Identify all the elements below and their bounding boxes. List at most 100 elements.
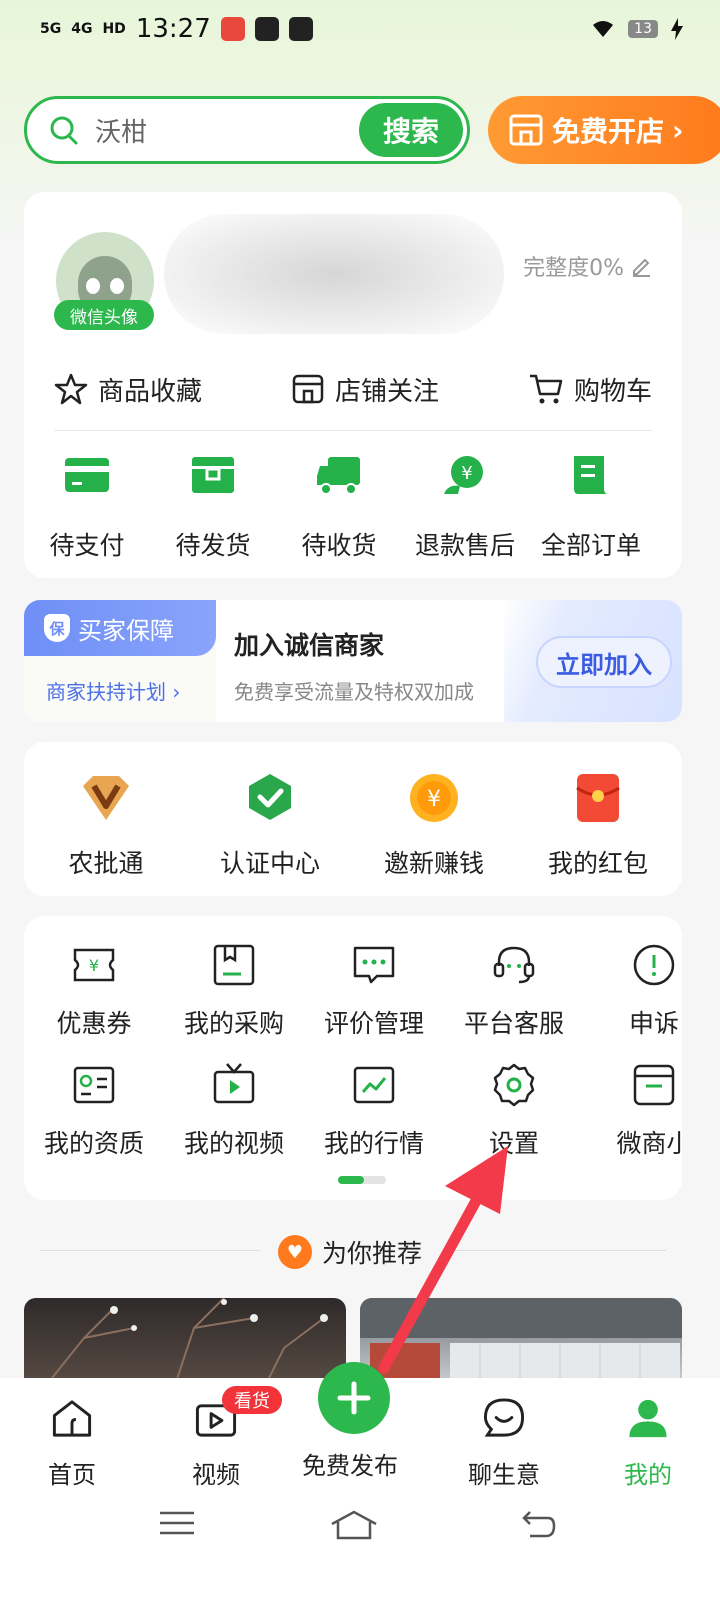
order-all[interactable]: 全部订单 [528,454,654,562]
tool-qualifications[interactable]: 我的资质 [24,1062,164,1160]
refund-icon: ¥ [444,456,483,494]
home-nav-icon[interactable] [330,1510,378,1540]
join-now-button[interactable]: 立即加入 [536,636,672,688]
plum-blossom-image [43,1298,328,1388]
divider [54,430,652,431]
completeness-label: 完整度0% [523,256,624,281]
tool-videos[interactable]: 我的视频 [164,1062,304,1160]
comment-icon [353,946,395,984]
publish-button[interactable] [318,1362,390,1434]
cart-label: 购物车 [573,376,652,407]
search-button[interactable]: 搜索 [359,103,463,157]
order-pending-payment[interactable]: 待支付 [24,454,150,562]
banner-description: 免费享受流量及特权双加成 [234,680,474,704]
open-shop-label: 免费开店 [552,115,665,148]
search-input[interactable]: 沃柑 [95,112,147,149]
order-refund[interactable]: ¥ 退款售后 [402,454,528,562]
order-status-row: 待支付 待发货 待收货 ¥ 退款售后 全部订单 [24,454,682,562]
tool-coupons-label: 优惠券 [56,1009,132,1038]
hd-indicator: HD [102,21,126,37]
divider [40,1250,260,1251]
tool-purchases-label: 我的采购 [183,1009,284,1038]
service-invite-earn-label: 邀新赚钱 [383,849,484,878]
trend-chart-icon [353,1066,395,1104]
banner-title: 加入诚信商家 [234,631,385,660]
tool-market-label: 我的行情 [323,1129,424,1158]
tab-mine[interactable]: 我的 [576,1396,720,1490]
svg-text:¥: ¥ [461,463,472,484]
star-icon [54,373,88,405]
plus-icon [337,1381,371,1415]
tool-wechat-shop-label: 微商小 [616,1129,682,1158]
tool-appeal-label: 申诉 [628,1009,679,1038]
tool-market[interactable]: 我的行情 [304,1062,444,1160]
tools-row-1: ¥ 优惠券 我的采购 评价管理 平台客服 申诉 [24,942,682,1040]
order-all-label: 全部订单 [540,531,641,560]
trusted-merchant-banner[interactable]: 保 买家保障 商家扶持计划 › 加入诚信商家 免费享受流量及特权双加成 立即加入 [24,600,682,722]
home-icon [52,1400,92,1437]
tool-settings[interactable]: 设置 [444,1062,584,1160]
tool-customer-service-label: 平台客服 [463,1009,564,1038]
tool-appeal[interactable]: 申诉 [584,942,682,1040]
merchant-support-link[interactable]: 商家扶持计划 › [46,676,180,705]
buyer-protection-label: 买家保障 [78,616,174,645]
tab-video[interactable]: 看货 视频 [144,1386,288,1490]
cart-icon [529,374,563,404]
search-bar[interactable]: 沃柑 搜索 [24,96,470,164]
page-indicator [338,1176,386,1184]
open-shop-button[interactable]: 免费开店 › [488,96,720,164]
order-pending-payment-label: 待支付 [49,531,125,560]
network-4g: 4G [71,21,93,37]
diamond-v-icon [83,776,129,820]
services-card: 农批通 认证中心 ¥ 邀新赚钱 我的红包 [24,742,682,896]
tool-reviews[interactable]: 评价管理 [304,942,444,1040]
order-list-icon [574,456,608,494]
search-icon [50,116,78,145]
merchant-support-label: 商家扶持计划 [46,680,166,704]
followed-shops-label: 店铺关注 [334,376,439,407]
recommend-header: ♥ 为你推荐 [278,1234,422,1270]
cart-link[interactable]: 购物车 [528,371,652,408]
storage-notification-icon [288,17,313,41]
alert-icon [633,944,675,986]
buyer-protection-tag: 保 买家保障 [24,600,216,656]
menu-icon[interactable] [160,1510,194,1536]
battery-level: 13 [628,20,658,38]
service-red-envelope[interactable]: 我的红包 [516,772,680,896]
tool-customer-service[interactable]: 平台客服 [444,942,584,1040]
tool-coupons[interactable]: ¥ 优惠券 [24,942,164,1040]
purchase-icon [213,944,255,986]
profile-completeness[interactable]: 完整度0% [523,250,652,282]
tool-wechat-shop[interactable]: 微商小 [584,1062,682,1160]
tab-chat[interactable]: 聊生意 [432,1396,576,1490]
service-invite-earn[interactable]: ¥ 邀新赚钱 [352,772,516,896]
favorites-link[interactable]: 商品收藏 [54,371,202,408]
tab-home-label: 首页 [48,1461,96,1489]
tab-publish-label: 免费发布 [302,1452,398,1480]
tab-chat-label: 聊生意 [468,1461,540,1489]
charging-icon [671,18,683,40]
recommend-item-photo[interactable] [360,1298,682,1388]
recommend-label: 为你推荐 [322,1239,423,1268]
red-envelope-icon [576,774,620,822]
tool-reviews-label: 评价管理 [323,1009,424,1038]
svg-text:¥: ¥ [89,956,99,975]
service-nongpitong[interactable]: 农批通 [24,772,188,896]
service-certification-label: 认证中心 [219,849,320,878]
order-pending-shipment[interactable]: 待发货 [150,454,276,562]
youku-notification-icon [254,17,279,41]
followed-shops-link[interactable]: 店铺关注 [291,371,439,408]
tool-qualifications-label: 我的资质 [43,1129,144,1158]
chevron-right-icon: › [672,113,684,147]
service-certification[interactable]: 认证中心 [188,772,352,896]
app-notification-icon [220,17,245,41]
recommend-item-photo[interactable] [24,1298,346,1388]
system-nav-bar [0,1490,720,1600]
tab-home[interactable]: 首页 [0,1396,144,1490]
tool-purchases[interactable]: 我的采购 [164,942,304,1040]
back-icon[interactable] [520,1510,556,1540]
order-pending-receipt[interactable]: 待收货 [276,454,402,562]
heart-icon: ♥ [278,1235,312,1269]
id-card-icon [73,1066,115,1104]
wechat-avatar-tag: 微信头像 [54,300,154,330]
